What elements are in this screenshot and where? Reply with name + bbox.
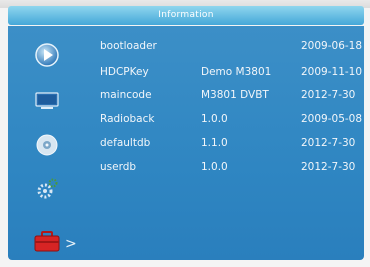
info-table: bootloader 2009-06-18 HDCPKey Demo M3801…: [8, 26, 364, 260]
info-panel: > bootloader 2009-06-18 HDCPKey Demo M38…: [8, 26, 364, 260]
module-name: HDCPKey: [100, 66, 149, 78]
module-name: bootloader: [100, 40, 157, 52]
module-version: 1.1.0: [201, 137, 228, 149]
module-date: 2012-7-30: [301, 161, 356, 173]
table-row: Radioback 1.0.0 2009-05-08: [8, 110, 364, 128]
tv-screen: Information > bootloader 2009-06-18 HDCP…: [0, 0, 370, 267]
module-date: 2012-7-30: [301, 89, 356, 101]
module-date: 2009-05-08: [301, 113, 363, 125]
module-name: Radioback: [100, 113, 155, 125]
module-date: 2009-11-10: [301, 66, 363, 78]
module-name: defaultdb: [100, 137, 151, 149]
module-name: maincode: [100, 89, 152, 101]
module-version: 1.0.0: [201, 113, 228, 125]
module-version: 1.0.0: [201, 161, 228, 173]
module-version: Demo M3801: [201, 66, 272, 78]
module-version: M3801 DVBT: [201, 89, 269, 101]
window-title: Information: [8, 6, 364, 25]
module-date: 2009-06-18: [301, 40, 363, 52]
module-name: userdb: [100, 161, 137, 173]
table-row: userdb 1.0.0 2012-7-30: [8, 158, 364, 176]
module-date: 2012-7-30: [301, 137, 356, 149]
table-row: maincode M3801 DVBT 2012-7-30: [8, 86, 364, 104]
table-row: HDCPKey Demo M3801 2009-11-10: [8, 63, 364, 81]
table-row: defaultdb 1.1.0 2012-7-30: [8, 134, 364, 152]
table-row: bootloader 2009-06-18: [8, 37, 364, 55]
